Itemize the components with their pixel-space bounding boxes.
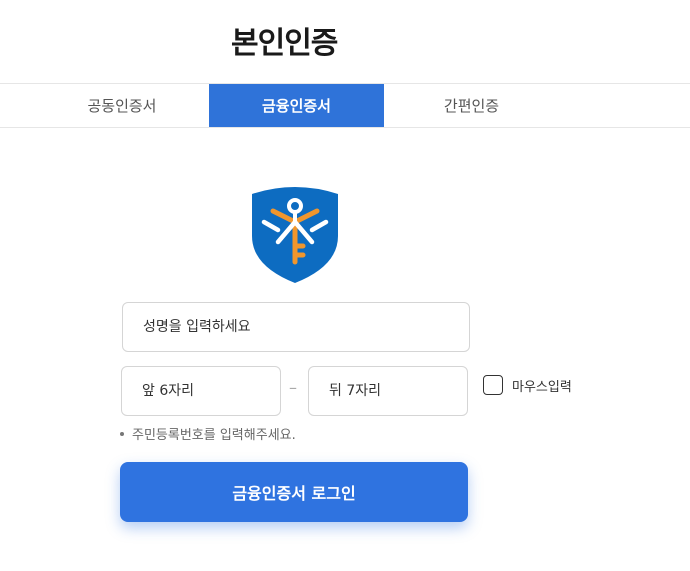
tab-financial-certificate[interactable]: 금융인증서 <box>209 84 384 127</box>
tab-joint-certificate[interactable]: 공동인증서 <box>35 84 209 127</box>
financial-certificate-login-button[interactable]: 금융인증서 로그인 <box>120 462 468 522</box>
mouse-input-toggle[interactable]: 마우스입력 <box>483 375 572 395</box>
page-title: 본인인증 <box>231 26 338 61</box>
financial-certificate-key-shield-icon <box>252 187 338 283</box>
rrn-front-input[interactable] <box>121 366 281 416</box>
helper-text: 주민등록번호를 입력해주세요. <box>120 424 296 443</box>
mouse-input-label: 마우스입력 <box>512 379 572 395</box>
auth-method-tabs: 공동인증서 금융인증서 간편인증 <box>0 83 690 128</box>
tab-simple-auth[interactable]: 간편인증 <box>384 84 559 127</box>
rrn-back-input[interactable] <box>308 366 468 416</box>
bullet-icon <box>120 431 124 436</box>
name-input[interactable] <box>122 302 470 352</box>
rrn-separator: – <box>289 378 297 397</box>
mouse-input-checkbox[interactable] <box>483 375 503 395</box>
helper-text-label: 주민등록번호를 입력해주세요. <box>132 428 296 443</box>
